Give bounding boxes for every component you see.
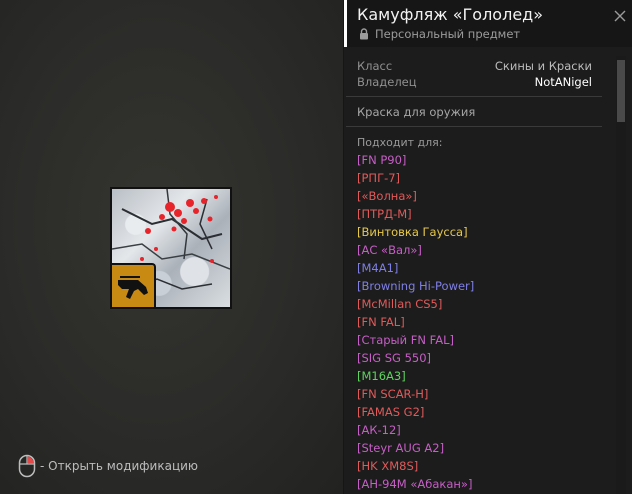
open-modification-hint: - Открыть модификацию	[18, 453, 198, 479]
info-row-owner: Владелец NotANigel	[357, 75, 592, 91]
compatible-weapon-item[interactable]: [SIG SG 550]	[357, 349, 474, 367]
item-details-panel: Камуфляж «Гололед» Персональный предмет …	[344, 0, 632, 494]
compatible-weapon-item[interactable]: [Steyr AUG A2]	[357, 439, 474, 457]
scrollbar-thumb[interactable]	[617, 60, 625, 122]
panel-header: Камуфляж «Гололед» Персональный предмет	[344, 0, 632, 47]
owner-label: Владелец	[357, 75, 417, 89]
item-subtitle: Персональный предмет	[359, 27, 520, 41]
compatible-weapon-item[interactable]: [ПТРД-М]	[357, 205, 474, 223]
compatible-weapon-item[interactable]: [АС «Вал»]	[357, 241, 474, 259]
item-type-section: Краска для оружия	[346, 97, 602, 127]
preview-area: - Открыть модификацию	[0, 0, 344, 494]
mouse-icon	[18, 454, 36, 478]
rifle-icon	[118, 276, 148, 299]
info-section: Класс Скины и Краски Владелец NotANigel	[346, 50, 602, 97]
compatible-weapon-item[interactable]: [Старый FN FAL]	[357, 331, 474, 349]
compatible-weapon-item[interactable]: [FN SCAR-H]	[357, 385, 474, 403]
weapon-type-badge	[112, 263, 156, 307]
skin-preview-card[interactable]	[110, 187, 232, 309]
compatible-weapon-item[interactable]: [АК-12]	[357, 421, 474, 439]
fits-label: Подходит для:	[357, 136, 443, 149]
header-accent-bar	[344, 0, 347, 47]
item-type: Краска для оружия	[357, 105, 476, 119]
compatible-weapon-item[interactable]: [РПГ-7]	[357, 169, 474, 187]
compatible-weapon-item[interactable]: [«Волна»]	[357, 187, 474, 205]
compatible-weapon-item[interactable]: [M16A3]	[357, 367, 474, 385]
close-button[interactable]	[612, 8, 628, 24]
compatible-weapon-item[interactable]: [M4A1]	[357, 259, 474, 277]
hint-text: - Открыть модификацию	[40, 459, 199, 473]
class-value: Скины и Краски	[494, 59, 592, 73]
compatible-weapons-list: [FN P90] [РПГ-7] [«Волна»] [ПТРД-М] [Винтовк…	[357, 151, 474, 493]
compatible-weapon-item[interactable]: [HK XM8S]	[357, 457, 474, 475]
compatible-weapon-item[interactable]: [Винтовка Гаусса]	[357, 223, 474, 241]
close-icon	[614, 10, 626, 22]
item-title: Камуфляж «Гололед»	[357, 5, 544, 24]
compatible-weapon-item[interactable]: [McMillan CS5]	[357, 295, 474, 313]
compatible-weapon-item[interactable]: [АН-94М «Абакан»]	[357, 475, 474, 493]
owner-value: NotANigel	[534, 75, 592, 89]
class-label: Класс	[357, 59, 393, 73]
lock-icon	[360, 28, 368, 40]
compatible-weapon-item[interactable]: [Browning Hi-Power]	[357, 277, 474, 295]
compatible-weapon-item[interactable]: [FN P90]	[357, 151, 474, 169]
subtitle-text: Персональный предмет	[375, 27, 521, 41]
compatible-weapon-item[interactable]: [FAMAS G2]	[357, 403, 474, 421]
scrollbar[interactable]	[616, 56, 626, 494]
info-row-class: Класс Скины и Краски	[357, 59, 592, 75]
compatible-weapon-item[interactable]: [FN FAL]	[357, 313, 474, 331]
